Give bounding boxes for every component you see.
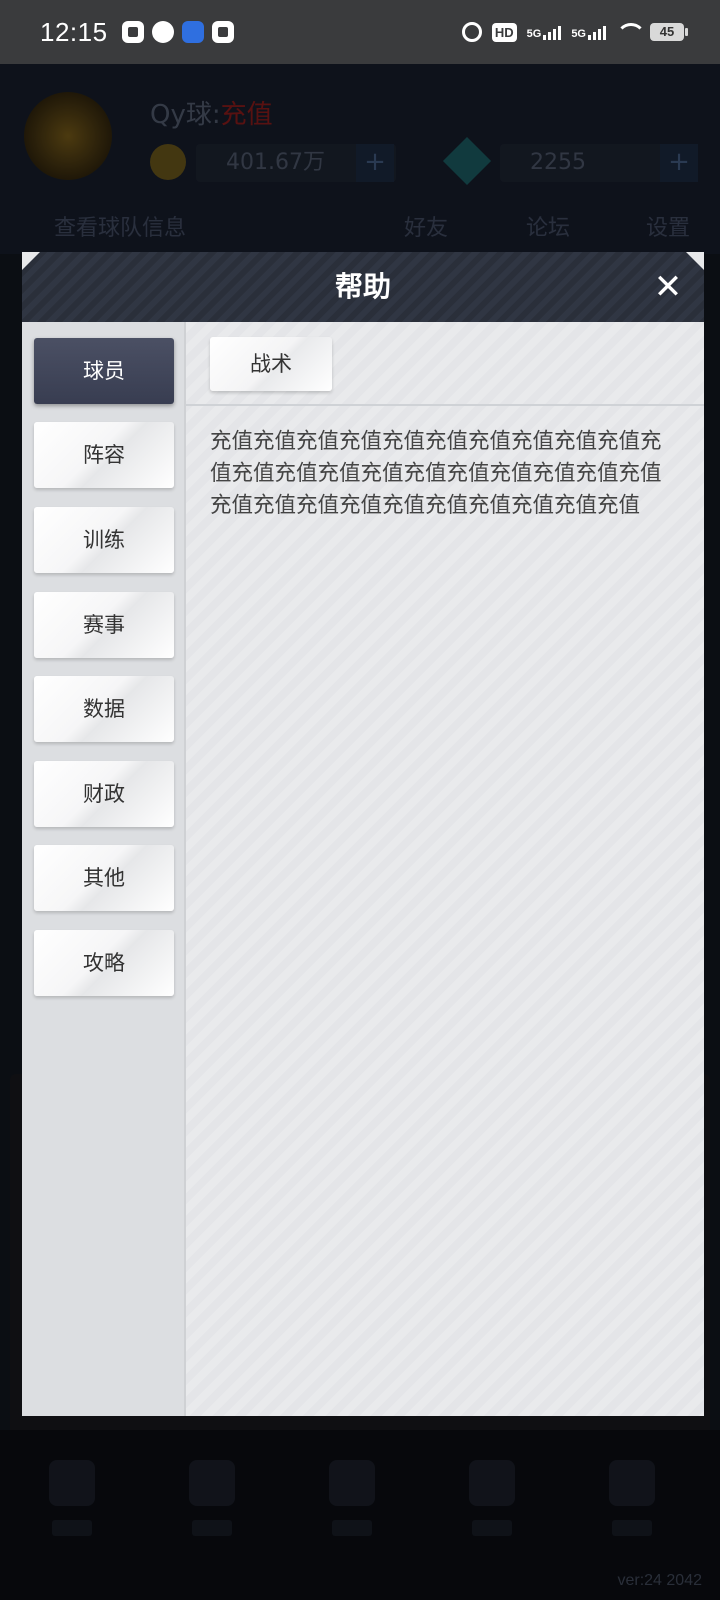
close-button[interactable]: ✕ (648, 267, 688, 307)
help-dialog: 帮助 ✕ 球员 阵容 训练 赛事 数据 财政 其他 攻略 战术 充值充值充值充值… (22, 252, 704, 1416)
battery-indicator: 45 (650, 23, 688, 41)
help-text: 充值充值充值充值充值充值充值充值充值充值充值充值充值充值充值充值充值充值充值充值… (210, 429, 662, 518)
hd-badge: HD (491, 22, 517, 42)
dialog-title: 帮助 (334, 270, 391, 303)
category-finance[interactable]: 财政 (34, 761, 174, 827)
video-app-icon (121, 21, 144, 43)
help-category-sidebar: 球员 阵容 训练 赛事 数据 财政 其他 攻略 (22, 322, 186, 1416)
category-training[interactable]: 训练 (34, 507, 174, 573)
category-guide[interactable]: 攻略 (34, 930, 174, 996)
tab-tactics[interactable]: 战术 (210, 337, 332, 391)
alarm-icon (461, 22, 482, 42)
signal-2: 5G (571, 24, 606, 40)
category-matches[interactable]: 赛事 (34, 592, 174, 658)
notification-icons (121, 21, 234, 43)
category-players[interactable]: 球员 (34, 338, 174, 404)
signal-bars-icon (543, 24, 562, 40)
subtopic-tabs: 战术 (186, 322, 704, 406)
status-time: 12:15 (40, 16, 108, 47)
wifi-icon (616, 23, 646, 41)
signal-1: 5G (527, 24, 562, 40)
network-type-2: 5G (571, 28, 586, 40)
category-lineup[interactable]: 阵容 (34, 422, 174, 488)
mail-icon (211, 21, 234, 43)
message-icon (151, 21, 174, 43)
help-content-area: 战术 充值充值充值充值充值充值充值充值充值充值充值充值充值充值充值充值充值充值充… (186, 322, 704, 1416)
category-other[interactable]: 其他 (34, 845, 174, 911)
app-notification-icon (181, 21, 204, 43)
status-bar: 12:15 HD 5G 5G 45 (0, 0, 720, 64)
network-type-1: 5G (526, 28, 542, 40)
signal-bars-icon (588, 24, 606, 40)
category-data[interactable]: 数据 (34, 676, 174, 742)
